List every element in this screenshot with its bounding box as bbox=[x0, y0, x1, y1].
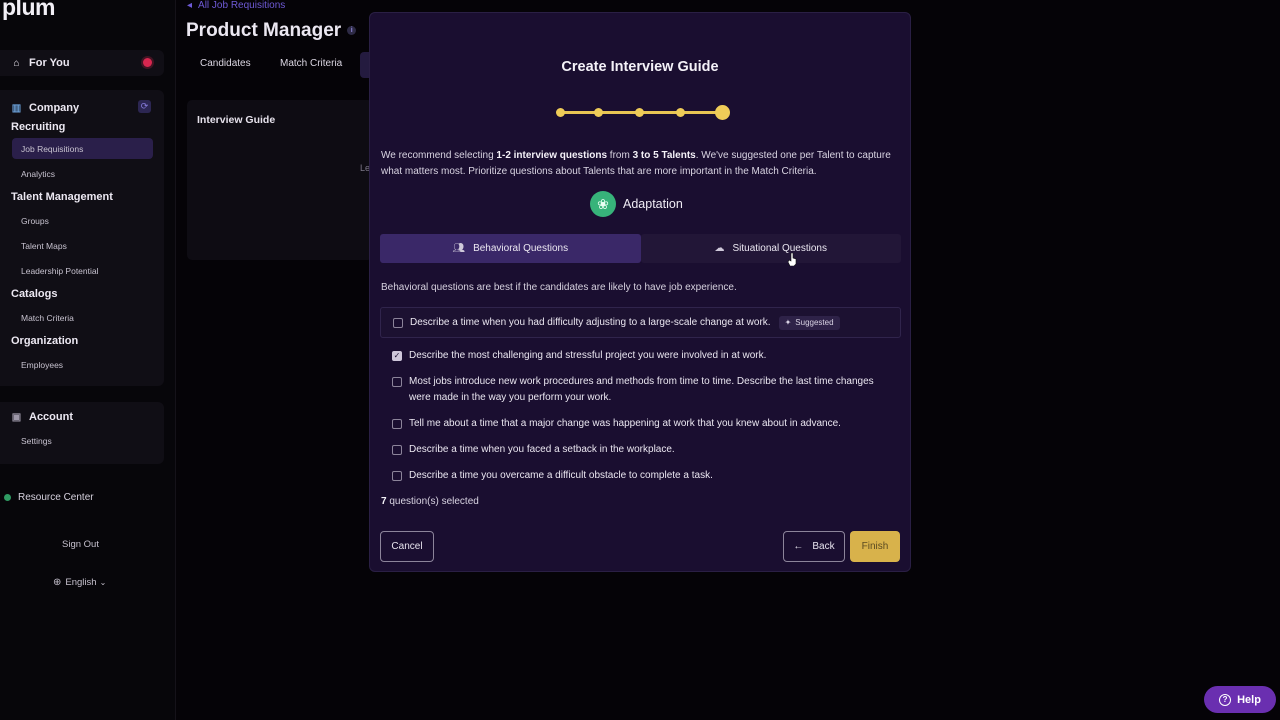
chameleon-icon: ❀ bbox=[590, 191, 616, 217]
sign-out-link[interactable]: Sign Out bbox=[62, 539, 99, 550]
tab-candidates[interactable]: Candidates bbox=[200, 58, 251, 69]
question-text: Describe a time when you had difficulty … bbox=[410, 316, 771, 328]
tab-situational-questions[interactable]: ☁ Situational Questions bbox=[640, 234, 901, 263]
sidebar-item-match-criteria[interactable]: Match Criteria bbox=[21, 313, 74, 323]
question-checkbox[interactable] bbox=[392, 377, 402, 387]
sidebar-item-analytics[interactable]: Analytics bbox=[21, 169, 55, 179]
question-checkbox[interactable] bbox=[393, 317, 403, 328]
building-icon: ▥ bbox=[11, 103, 22, 114]
talent-header: ❀ Adaptation bbox=[590, 191, 683, 217]
question-row[interactable]: Describe a time when you had difficulty … bbox=[380, 307, 901, 338]
selected-count: 7 question(s) selected bbox=[381, 496, 479, 507]
question-row[interactable]: Most jobs introduce new work procedures … bbox=[380, 374, 901, 406]
finish-button[interactable]: Finish bbox=[850, 531, 900, 562]
globe-icon: ⊕ bbox=[53, 577, 62, 588]
resource-center-icon bbox=[4, 494, 11, 501]
sidebar-item-for-you[interactable]: ⌂ For You bbox=[11, 57, 69, 69]
sidebar-item-groups[interactable]: Groups bbox=[21, 216, 49, 226]
question-type-tabs: 👥︎ Behavioral Questions ☁ Situational Qu… bbox=[380, 234, 901, 263]
page-title: Product Manager i bbox=[186, 20, 357, 42]
for-you-card: ⌂ For You bbox=[0, 50, 164, 76]
help-button[interactable]: ? Help bbox=[1204, 686, 1276, 713]
suggested-badge: ✦ Suggested bbox=[778, 315, 840, 330]
sidebar-item-settings[interactable]: Settings bbox=[21, 436, 52, 446]
question-text: Tell me about a time that a major change… bbox=[409, 418, 841, 429]
sidebar-section-talent-management[interactable]: Talent Management bbox=[11, 191, 113, 203]
arrow-left-icon: ← bbox=[793, 541, 804, 552]
question-text: Describe the most challenging and stress… bbox=[409, 350, 767, 361]
info-icon[interactable]: i bbox=[347, 26, 357, 36]
question-row[interactable]: Describe a time when you faced a setback… bbox=[380, 442, 901, 458]
tab-description: Behavioral questions are best if the can… bbox=[381, 282, 737, 293]
user-icon: ▣ bbox=[11, 411, 22, 423]
question-checkbox[interactable] bbox=[392, 445, 402, 455]
create-interview-guide-modal: Create Interview Guide We recommend sele… bbox=[369, 12, 911, 572]
sidebar-section-catalogs[interactable]: Catalogs bbox=[11, 288, 57, 300]
step-dot bbox=[635, 108, 644, 117]
intro-text: We recommend selecting 1-2 interview que… bbox=[381, 150, 891, 177]
plum-logo[interactable]: plum bbox=[2, 0, 55, 21]
sparkle-icon: ✦ bbox=[784, 317, 792, 327]
step-dot bbox=[594, 108, 603, 117]
sidebar: plum ⌂ For You ▥ Company Recruiting ⟳ Job… bbox=[0, 0, 176, 720]
question-row[interactable]: Describe a time you overcame a difficult… bbox=[380, 468, 901, 484]
tab-behavioral-questions[interactable]: 👥︎ Behavioral Questions bbox=[380, 234, 641, 263]
breadcrumb[interactable]: ◂ All Job Requisitions bbox=[187, 0, 285, 11]
question-checkbox[interactable] bbox=[392, 419, 402, 429]
account-card: ▣ Account Settings bbox=[0, 402, 164, 464]
cancel-button[interactable]: Cancel bbox=[380, 531, 434, 562]
sidebar-section-company-recruiting[interactable]: ▥ Company Recruiting bbox=[11, 99, 121, 137]
sidebar-section-organization[interactable]: Organization bbox=[11, 335, 78, 347]
step-dot-current bbox=[715, 105, 730, 120]
mouse-pointer-icon bbox=[788, 253, 797, 266]
step-dot bbox=[676, 108, 685, 117]
question-row[interactable]: Tell me about a time that a major change… bbox=[380, 416, 901, 432]
back-button[interactable]: ← Back bbox=[783, 531, 845, 562]
language-select[interactable]: ⊕ English ⌄ bbox=[53, 577, 106, 588]
progress-stepper bbox=[556, 105, 730, 121]
people-icon: 👥︎ bbox=[452, 243, 466, 254]
thought-bubble-icon: ☁ bbox=[714, 243, 725, 254]
chevron-down-icon: ⌄ bbox=[99, 578, 107, 587]
refresh-icon[interactable]: ⟳ bbox=[138, 100, 151, 113]
home-icon: ⌂ bbox=[13, 57, 20, 69]
tab-match-criteria[interactable]: Match Criteria bbox=[280, 58, 342, 69]
question-mark-icon: ? bbox=[1219, 693, 1232, 706]
back-arrow-icon: ◂ bbox=[187, 0, 193, 11]
sidebar-item-talent-maps[interactable]: Talent Maps bbox=[21, 241, 67, 251]
modal-title: Create Interview Guide bbox=[561, 59, 719, 75]
main-nav-card: ▥ Company Recruiting ⟳ Job Requisitions A… bbox=[0, 90, 164, 386]
question-text: Most jobs introduce new work procedures … bbox=[409, 376, 874, 403]
sidebar-item-employees[interactable]: Employees bbox=[21, 360, 63, 370]
interview-guide-card-title: Interview Guide bbox=[197, 114, 276, 126]
sidebar-item-job-requisitions[interactable]: Job Requisitions bbox=[21, 144, 83, 154]
step-dot bbox=[556, 108, 565, 117]
question-row[interactable]: ✓ Describe the most challenging and stre… bbox=[380, 348, 901, 364]
sidebar-section-account[interactable]: ▣ Account bbox=[11, 411, 73, 423]
resource-center-link[interactable]: Resource Center bbox=[4, 492, 94, 503]
question-text: Describe a time when you faced a setback… bbox=[409, 444, 675, 455]
question-text: Describe a time you overcame a difficult… bbox=[409, 470, 713, 481]
sidebar-item-leadership-potential[interactable]: Leadership Potential bbox=[21, 266, 99, 276]
notification-dot bbox=[143, 58, 152, 67]
question-checkbox[interactable]: ✓ bbox=[392, 351, 402, 361]
talent-name: Adaptation bbox=[623, 197, 683, 211]
question-checkbox[interactable] bbox=[392, 471, 402, 481]
